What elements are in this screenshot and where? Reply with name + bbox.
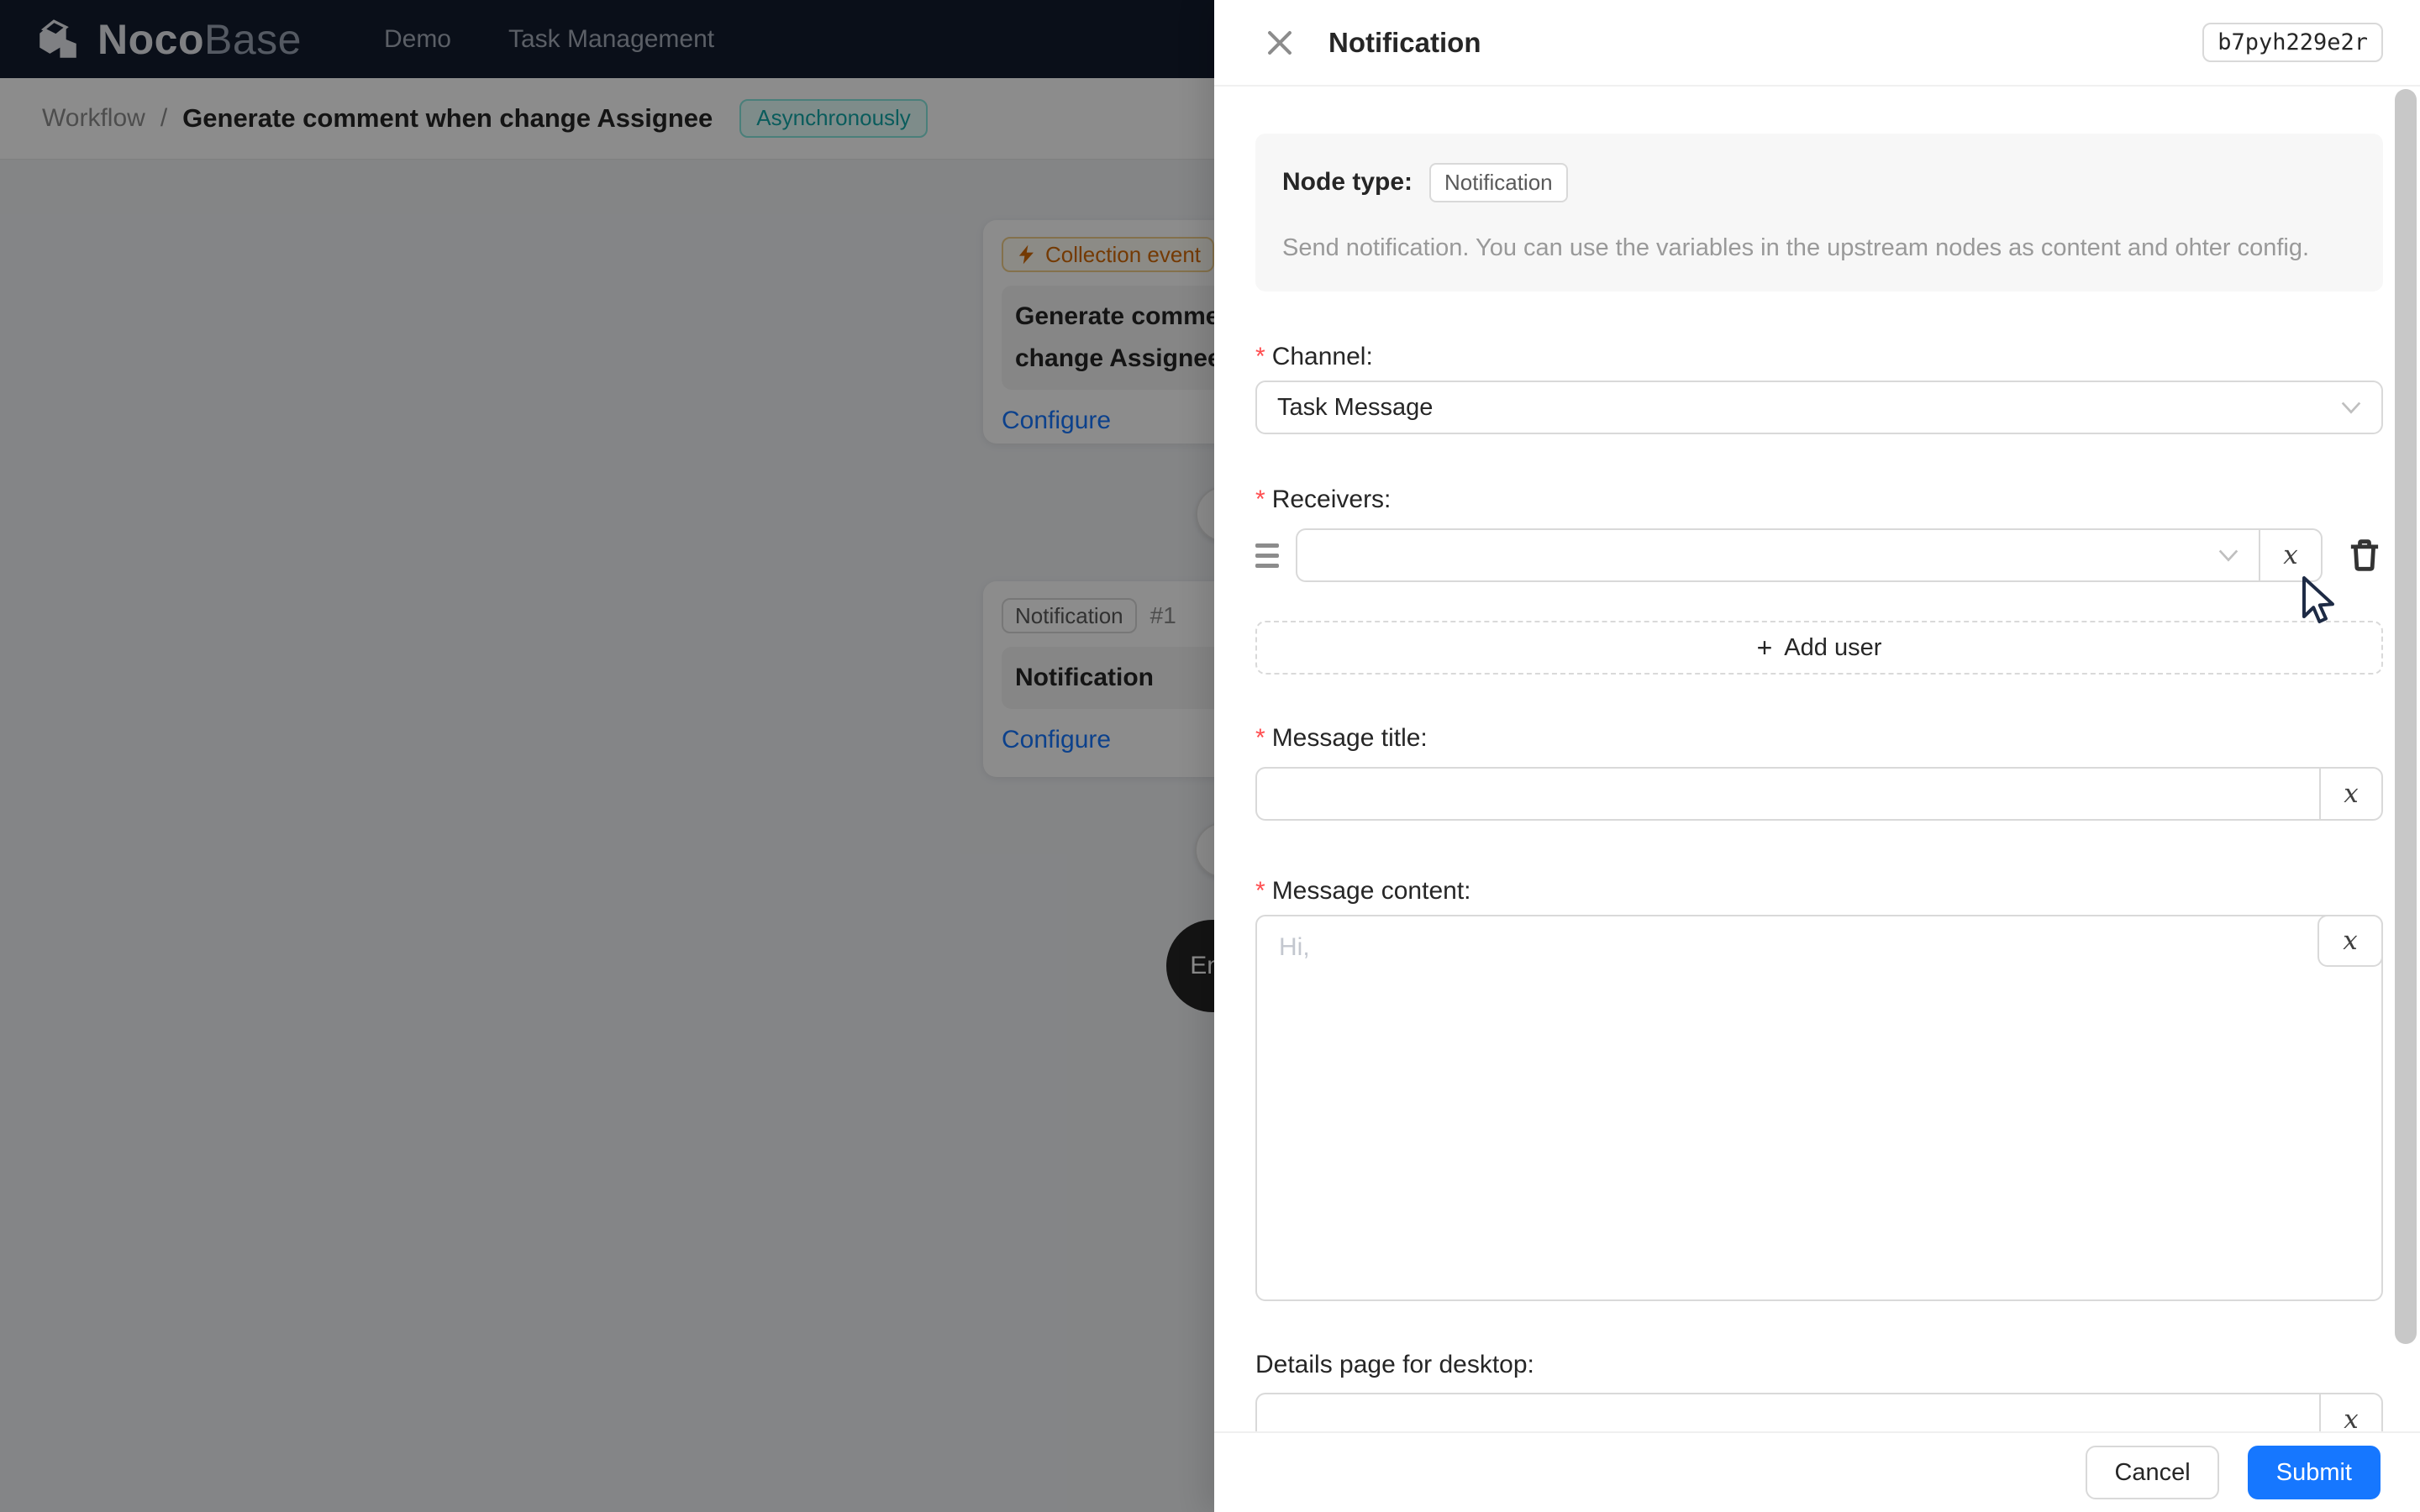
required-mark: * <box>1255 724 1265 752</box>
details-page-input-wrap <box>1255 1393 2319 1431</box>
required-mark: * <box>1255 877 1265 905</box>
message-content-label-text: Message content: <box>1271 877 1471 905</box>
details-page-label-text: Details page for desktop: <box>1255 1351 1534 1378</box>
submit-button[interactable]: Submit <box>2247 1446 2381 1499</box>
required-mark: * <box>1255 343 1265 370</box>
receiver-row: x <box>1255 528 2383 582</box>
receivers-label-text: Receivers: <box>1271 486 1392 513</box>
message-content-wrap: x <box>1255 915 2383 1301</box>
receivers-label: * Receivers: <box>1255 485 2383 515</box>
node-type-description: Send notification. You can use the varia… <box>1282 234 2310 261</box>
message-title-variable-button[interactable]: x <box>2319 767 2383 821</box>
drawer-title: Notification <box>1328 26 1481 58</box>
message-title-group: x <box>1255 767 2383 821</box>
message-title-label-text: Message title: <box>1271 724 1428 752</box>
drawer-scrollbar-thumb[interactable] <box>2395 89 2417 1344</box>
drawer-header: Notification b7pyh229e2r <box>1214 0 2420 87</box>
trash-icon <box>2350 539 2379 571</box>
close-icon[interactable] <box>1261 24 1298 61</box>
receiver-select[interactable] <box>1296 528 2259 582</box>
drag-handle-icon[interactable] <box>1255 543 1279 568</box>
details-page-group: x <box>1255 1393 2383 1431</box>
details-page-label: Details page for desktop: <box>1255 1350 2383 1380</box>
add-user-button-label: Add user <box>1784 633 1882 661</box>
drawer-footer: Cancel Submit <box>1214 1431 2420 1512</box>
screen: NocoBase Demo Task Management Workflow /… <box>0 0 2420 1512</box>
receiver-variable-button[interactable]: x <box>2259 528 2323 582</box>
message-title-input[interactable] <box>1277 780 2299 808</box>
node-id-tag: b7pyh229e2r <box>2202 23 2383 62</box>
details-page-input[interactable] <box>1277 1405 2299 1431</box>
node-type-tag: Notification <box>1429 162 1568 202</box>
delete-receiver-button[interactable] <box>2346 536 2383 575</box>
node-type-label: Node type: <box>1282 168 1413 196</box>
chevron-down-icon <box>2341 394 2361 422</box>
notification-config-drawer: Notification b7pyh229e2r Node type: Noti… <box>1214 0 2420 1512</box>
message-content-variable-button[interactable]: x <box>2317 915 2383 967</box>
channel-select[interactable]: Task Message <box>1255 381 2383 434</box>
message-title-label: * Message title: <box>1255 723 2383 753</box>
drawer-body: Node type: Notification Send notificatio… <box>1214 87 2420 1431</box>
message-title-input-wrap <box>1255 767 2319 821</box>
plus-icon: + <box>1756 633 1773 663</box>
channel-label: * Channel: <box>1255 342 2383 372</box>
channel-label-text: Channel: <box>1271 343 1373 370</box>
receiver-input-group: x <box>1296 528 2323 582</box>
details-page-variable-button[interactable]: x <box>2319 1393 2383 1431</box>
required-mark: * <box>1255 486 1265 513</box>
chevron-down-icon <box>2218 542 2238 570</box>
message-content-label: * Message content: <box>1255 876 2383 906</box>
node-type-card: Node type: Notification Send notificatio… <box>1255 134 2383 291</box>
add-user-button[interactable]: + Add user <box>1255 621 2383 675</box>
message-content-textarea[interactable] <box>1257 916 2381 1299</box>
cancel-button[interactable]: Cancel <box>2086 1446 2219 1499</box>
channel-select-value: Task Message <box>1277 393 1434 421</box>
